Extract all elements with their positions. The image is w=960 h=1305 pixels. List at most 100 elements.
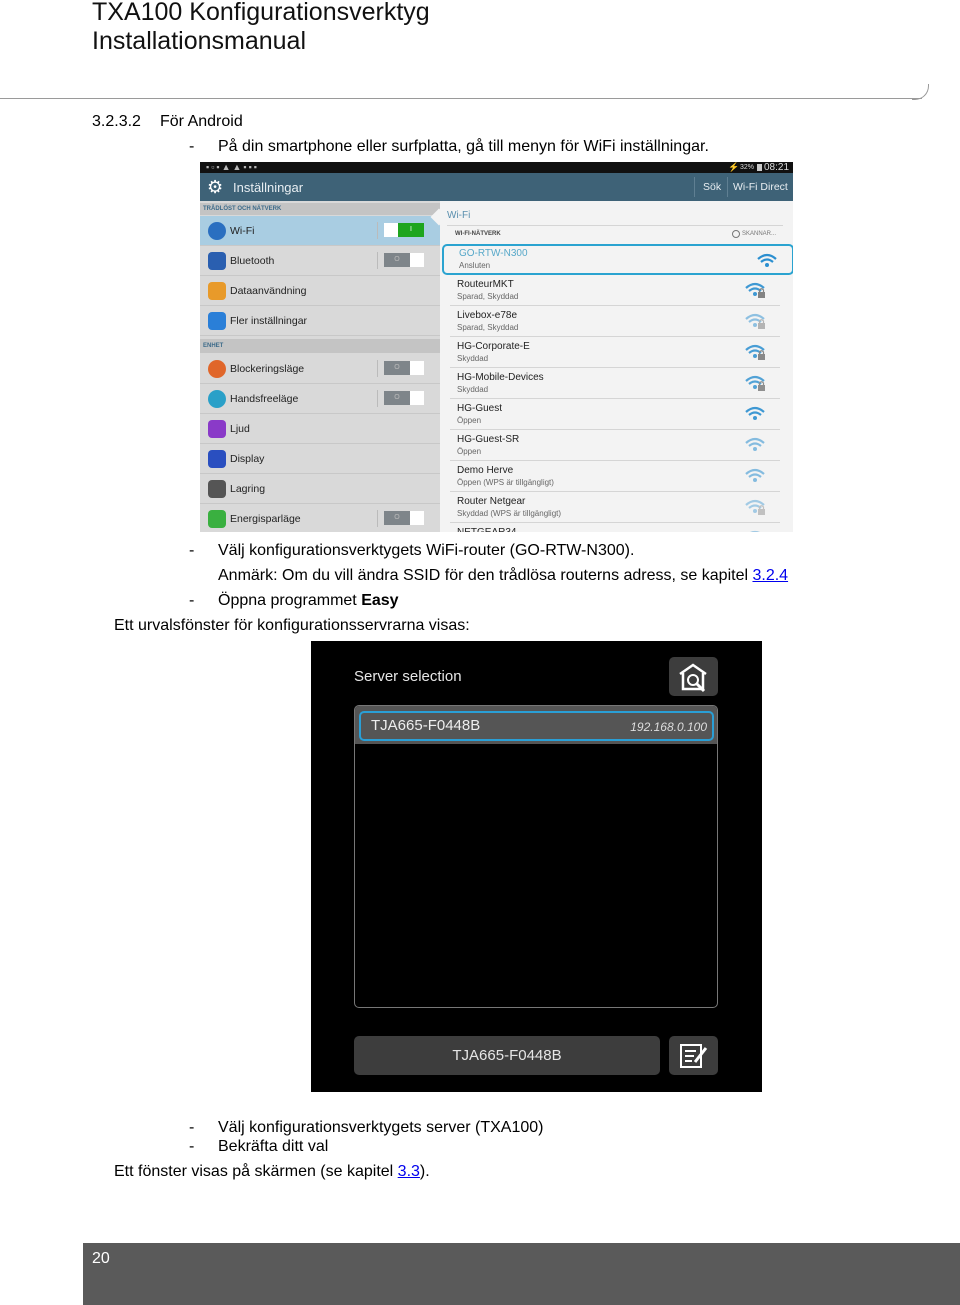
wifi-signal-icon (757, 253, 777, 267)
settings-item-label: Handsfreeläge (230, 393, 299, 405)
status-time: 08:21 (764, 162, 790, 173)
data-usage-icon (208, 282, 226, 300)
android-settings-screenshot: ▪▫▪▲▲▪▪▪ ⚡ 32% 08:21 ⚙ Inställningar Sök… (200, 162, 793, 532)
display-icon (208, 450, 226, 468)
settings-item-label: Dataanvändning (230, 285, 307, 297)
section-header-wireless: TRÅDLÖST OCH NÄTVERK (200, 203, 440, 215)
wifi-locked-icon (745, 344, 765, 360)
wifi-signal-icon (750, 530, 760, 532)
toggle-switch[interactable]: O (384, 511, 424, 525)
bullet: - (189, 592, 195, 609)
toggle-knob: O (384, 253, 410, 267)
toggle-switch[interactable]: O (384, 253, 424, 267)
wifi-network-item[interactable]: NETGEAR34 (450, 523, 780, 532)
battery-icon (757, 164, 762, 171)
settings-item-handsfreel-ge[interactable]: Handsfreeläge O (200, 384, 440, 414)
wifi-signal-icon (745, 406, 765, 420)
storage-icon (208, 480, 226, 498)
settings-item-lagring[interactable]: Lagring (200, 474, 440, 504)
settings-item-dataanv-ndning[interactable]: Dataanvändning (200, 276, 440, 306)
server-ip: 192.168.0.100 (630, 720, 707, 734)
bullet: - (189, 1119, 195, 1136)
note: Anmärk: Om du vill ändra SSID för den tr… (218, 566, 788, 585)
search-server-button[interactable] (669, 657, 718, 696)
chapter-link[interactable]: 3.3 (398, 1163, 420, 1180)
network-status: Ansluten (459, 261, 491, 270)
network-name: Router Netgear (457, 496, 526, 507)
network-status: Öppen (457, 416, 482, 425)
step-text: Välj konfigurationsverktygets server (TX… (218, 1119, 544, 1136)
battery-level: 32% (740, 164, 755, 171)
settings-item-bluetooth[interactable]: Bluetooth O (200, 246, 440, 276)
wifi-heading: Wi-Fi (447, 210, 471, 221)
gear-icon: ⚙ (207, 177, 224, 197)
action-bar: ⚙ Inställningar Sök Wi-Fi Direct (200, 173, 793, 201)
wifi-network-item[interactable]: HG-Corporate-E Skyddad (450, 337, 780, 368)
settings-item-label: Lagring (230, 483, 266, 495)
settings-item-display[interactable]: Display (200, 444, 440, 474)
settings-item-blockeringsl-ge[interactable]: Blockeringsläge O (200, 354, 440, 384)
network-name: Livebox-e78e (457, 310, 518, 321)
wifi-panel: Wi-Fi WI-FI-NÄTVERK SKANNAR... GO-RTW-N3… (430, 201, 793, 532)
toggle-knob: O (384, 391, 410, 405)
network-status: Sparad, Skyddad (457, 292, 519, 301)
chapter-link[interactable]: 3.2.4 (752, 567, 788, 584)
settings-item-label: Wi-Fi (230, 225, 255, 237)
edit-server-button[interactable] (669, 1036, 718, 1075)
section-number: 3.2.3.2 (92, 113, 141, 130)
status-bar: ▪▫▪▲▲▪▪▪ ⚡ 32% 08:21 (200, 162, 793, 173)
edit-icon (680, 1044, 708, 1068)
network-name: HG-Corporate-E (457, 341, 530, 352)
document-title: TXA100 Konfigurationsverktyg (92, 0, 430, 26)
paragraph: Ett fönster visas på skärmen (se kapitel… (114, 1163, 430, 1180)
toggle-switch[interactable]: O (384, 391, 424, 405)
settings-item-wi-fi[interactable]: Wi-Fi I (200, 216, 440, 246)
search-action[interactable]: Sök (703, 181, 721, 193)
settings-item-label: Energisparläge (230, 513, 301, 525)
settings-item-fler-inst-llningar[interactable]: Fler inställningar (200, 306, 440, 336)
network-status: Skyddad (WPS är tillgängligt) (457, 509, 562, 518)
server-list: TJA665-F0448B 192.168.0.100 (354, 705, 718, 1008)
wifi-network-item[interactable]: GO-RTW-N300 Ansluten (442, 244, 793, 275)
network-status: Skyddad (457, 354, 489, 363)
header-divider (0, 98, 922, 99)
wifi-network-item[interactable]: Demo Herve Öppen (WPS är tillgängligt) (450, 461, 780, 492)
step-text: Välj konfigurationsverktygets WiFi-route… (218, 542, 635, 559)
wifi-network-item[interactable]: HG-Guest Öppen (450, 399, 780, 430)
network-name: NETGEAR34 (457, 527, 516, 532)
toggle-knob: O (384, 511, 410, 525)
settings-item-label: Display (230, 453, 265, 465)
step-text: Öppna programmet Easy (218, 592, 399, 609)
network-name: HG-Mobile-Devices (457, 372, 544, 383)
wifi-network-item[interactable]: Livebox-e78e Sparad, Skyddad (450, 306, 780, 337)
network-name: HG-Guest-SR (457, 434, 520, 445)
app-name: Easy (361, 592, 399, 609)
wifi-signal-icon (745, 437, 765, 451)
settings-item-ljud[interactable]: Ljud (200, 414, 440, 444)
toggle-switch[interactable]: O (384, 361, 424, 375)
server-item[interactable]: TJA665-F0448B 192.168.0.100 (359, 711, 714, 741)
wifi-direct-action[interactable]: Wi-Fi Direct (733, 181, 788, 193)
wifi-network-item[interactable]: HG-Mobile-Devices Skyddad (450, 368, 780, 399)
header-divider-curve (912, 84, 929, 100)
networks-heading: WI-FI-NÄTVERK (455, 231, 501, 237)
settings-item-label: Blockeringsläge (230, 363, 305, 375)
network-name: GO-RTW-N300 (459, 248, 528, 259)
wifi-network-item[interactable]: HG-Guest-SR Öppen (450, 430, 780, 461)
settings-item-energisparl-ge[interactable]: Energisparläge O (200, 504, 440, 532)
bluetooth-icon (208, 252, 226, 270)
wifi-network-item[interactable]: RouteurMKT Sparad, Skyddad (450, 275, 780, 306)
wifi-locked-icon (745, 313, 765, 329)
section-title: För Android (160, 113, 243, 130)
wifi-network-item[interactable]: Router Netgear Skyddad (WPS är tillgängli… (450, 492, 780, 523)
confirm-server-button[interactable]: TJA665-F0448B (354, 1036, 660, 1075)
toggle-switch[interactable]: I (384, 223, 424, 237)
network-name: HG-Guest (457, 403, 503, 414)
page-footer: 20 (83, 1243, 960, 1305)
scanning-label: SKANNAR... (742, 231, 777, 237)
scanning-icon (732, 230, 740, 238)
settings-item-label: Bluetooth (230, 255, 275, 267)
block-icon (208, 360, 226, 378)
wifi-icon (208, 222, 226, 240)
network-status: Öppen (457, 447, 482, 456)
